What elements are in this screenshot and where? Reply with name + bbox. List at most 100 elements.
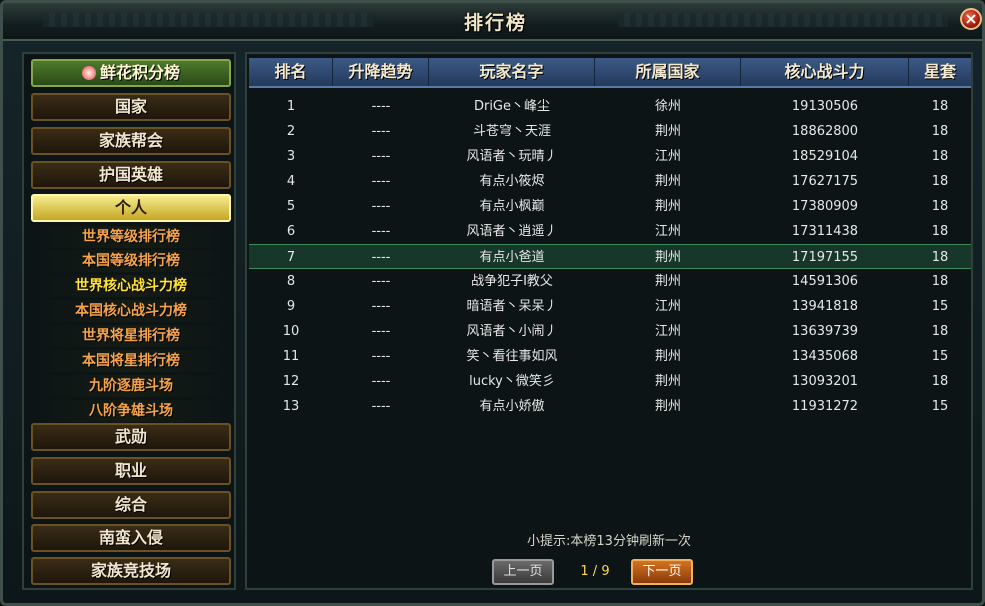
star-set-cell: 15 — [931, 299, 949, 314]
trend-cell: ---- — [371, 174, 391, 189]
player-name-cell: 有点小枫巅 — [479, 199, 545, 214]
table-header: 排名 升降趋势 玩家名字 所属国家 核心战斗力 星套 — [249, 58, 971, 88]
refresh-tip: 小提示:本榜13分钟刷新一次 — [527, 534, 691, 549]
rank-cell: 8 — [286, 274, 296, 289]
player-name-cell: 风语者丶逍遥丿 — [466, 224, 558, 239]
table-row[interactable]: 5 ---- 有点小枫巅 荆州 17380909 18 — [249, 194, 971, 219]
star-set-cell: 18 — [931, 274, 949, 289]
country-cell: 江州 — [654, 149, 681, 164]
table-row[interactable]: 3 ---- 风语者丶玩晴丿 江州 18529104 18 — [249, 144, 971, 169]
player-name-cell: 战争犯子I教父 — [471, 274, 553, 289]
sidebar-item-family-guild[interactable]: 家族帮会 — [31, 127, 231, 155]
star-set-cell: 18 — [931, 224, 949, 239]
trend-cell: ---- — [371, 124, 391, 139]
table-row[interactable]: 1 ---- DriGe丶峰尘 徐州 19130506 18 — [249, 94, 971, 119]
table-row[interactable]: 4 ---- 有点小筱烬 荆州 17627175 18 — [249, 169, 971, 194]
sub-item-country-level[interactable]: 本国等级排行榜 — [34, 250, 228, 272]
country-cell: 荆州 — [654, 124, 681, 139]
rank-cell: 6 — [286, 224, 296, 239]
column-header-country[interactable]: 所属国家 — [595, 58, 741, 86]
core-power-cell: 17197155 — [791, 250, 859, 265]
trend-cell: ---- — [371, 299, 391, 314]
core-power-cell: 17627175 — [791, 174, 859, 189]
next-page-button[interactable]: 下一页 — [631, 559, 693, 585]
rank-cell: 10 — [282, 324, 300, 339]
column-header-core-power[interactable]: 核心战斗力 — [741, 58, 909, 86]
player-name-cell: 风语者丶小闹丿 — [466, 324, 558, 339]
sidebar-item-personal[interactable]: 个人 — [31, 194, 231, 222]
table-row[interactable]: 10 ---- 风语者丶小闹丿 江州 13639739 18 — [249, 319, 971, 344]
sidebar-item-overall[interactable]: 综合 — [31, 491, 231, 519]
country-cell: 荆州 — [654, 274, 681, 289]
table-row[interactable]: 11 ---- 笑丶看往事如风 荆州 13435068 15 — [249, 344, 971, 369]
rank-cell: 3 — [286, 149, 296, 164]
core-power-cell: 18529104 — [791, 149, 859, 164]
player-name-cell: DriGe丶峰尘 — [473, 99, 551, 114]
table-row[interactable]: 8 ---- 战争犯子I教父 荆州 14591306 18 — [249, 269, 971, 294]
page-indicator: 1 / 9 — [580, 564, 610, 579]
trend-cell: ---- — [371, 224, 391, 239]
sidebar-item-merit[interactable]: 武勋 — [31, 423, 231, 451]
country-cell: 江州 — [654, 299, 681, 314]
sub-item-world-core-power[interactable]: 世界核心战斗力榜 — [34, 275, 228, 297]
core-power-cell: 11931272 — [791, 399, 859, 414]
table-row[interactable]: 2 ---- 斗苍穹丶天涯 荆州 18862800 18 — [249, 119, 971, 144]
star-set-cell: 15 — [931, 399, 949, 414]
sub-item-world-level[interactable]: 世界等级排行榜 — [34, 226, 228, 248]
table-row[interactable]: 9 ---- 暗语者丶呆呆丿 江州 13941818 15 — [249, 294, 971, 319]
core-power-cell: 13435068 — [791, 349, 859, 364]
sidebar-item-southern-invasion[interactable]: 南蛮入侵 — [31, 524, 231, 552]
sub-item-country-core-power[interactable]: 本国核心战斗力榜 — [34, 300, 228, 322]
trend-cell: ---- — [371, 374, 391, 389]
player-name-cell: 笑丶看往事如风 — [466, 349, 558, 364]
star-set-cell: 18 — [931, 124, 949, 139]
player-name-cell: 有点小筱烬 — [479, 174, 545, 189]
rank-cell: 9 — [286, 299, 296, 314]
table-row[interactable]: 13 ---- 有点小娇傲 荆州 11931272 15 — [249, 394, 971, 419]
country-cell: 荆州 — [654, 174, 681, 189]
core-power-cell: 14591306 — [791, 274, 859, 289]
country-cell: 江州 — [654, 224, 681, 239]
core-power-cell: 17311438 — [791, 224, 859, 239]
column-header-star-set[interactable]: 星套 — [909, 58, 971, 86]
rank-cell: 5 — [286, 199, 296, 214]
sidebar: 鲜花积分榜 国家 家族帮会 护国英雄 个人 世界等级排行榜 本国等级排行榜 世界… — [22, 52, 236, 590]
sidebar-item-profession[interactable]: 职业 — [31, 457, 231, 485]
trend-cell: ---- — [371, 149, 391, 164]
sub-item-tier9-arena[interactable]: 九阶逐鹿斗场 — [34, 375, 228, 397]
flower-icon — [81, 66, 96, 80]
column-header-trend[interactable]: 升降趋势 — [333, 58, 429, 86]
flower-ranking-label: 鲜花积分榜 — [99, 63, 180, 82]
rank-cell: 4 — [286, 174, 296, 189]
close-button[interactable]: × — [960, 8, 982, 30]
rank-cell: 2 — [286, 124, 296, 139]
column-header-rank[interactable]: 排名 — [249, 58, 333, 86]
star-set-cell: 18 — [931, 374, 949, 389]
sidebar-item-country[interactable]: 国家 — [31, 93, 231, 121]
rank-cell: 12 — [282, 374, 300, 389]
rank-cell: 13 — [282, 399, 300, 414]
sub-item-country-star-general[interactable]: 本国将星排行榜 — [34, 350, 228, 372]
star-set-cell: 15 — [931, 349, 949, 364]
country-cell: 荆州 — [654, 199, 681, 214]
sidebar-item-family-arena[interactable]: 家族竞技场 — [31, 557, 231, 585]
core-power-cell: 19130506 — [791, 99, 859, 114]
flower-ranking-button[interactable]: 鲜花积分榜 — [31, 59, 231, 87]
column-header-player-name[interactable]: 玩家名字 — [429, 58, 595, 86]
table-row[interactable]: 7 ---- 有点小爸道 荆州 17197155 18 — [249, 244, 971, 269]
prev-page-button[interactable]: 上一页 — [492, 559, 554, 585]
star-set-cell: 18 — [931, 324, 949, 339]
player-name-cell: 风语者丶玩晴丿 — [466, 149, 558, 164]
sub-item-world-star-general[interactable]: 世界将星排行榜 — [34, 325, 228, 347]
table-row[interactable]: 12 ---- lucky丶微笑彡 荆州 13093201 18 — [249, 369, 971, 394]
country-cell: 荆州 — [654, 349, 681, 364]
sub-item-tier8-arena[interactable]: 八阶争雄斗场 — [34, 400, 228, 422]
trend-cell: ---- — [371, 99, 391, 114]
star-set-cell: 18 — [931, 174, 949, 189]
star-set-cell: 18 — [931, 149, 949, 164]
sidebar-item-national-hero[interactable]: 护国英雄 — [31, 161, 231, 189]
table-row[interactable]: 6 ---- 风语者丶逍遥丿 江州 17311438 18 — [249, 219, 971, 244]
country-cell: 荆州 — [654, 250, 681, 265]
player-name-cell: lucky丶微笑彡 — [469, 374, 555, 389]
trend-cell: ---- — [371, 250, 391, 265]
